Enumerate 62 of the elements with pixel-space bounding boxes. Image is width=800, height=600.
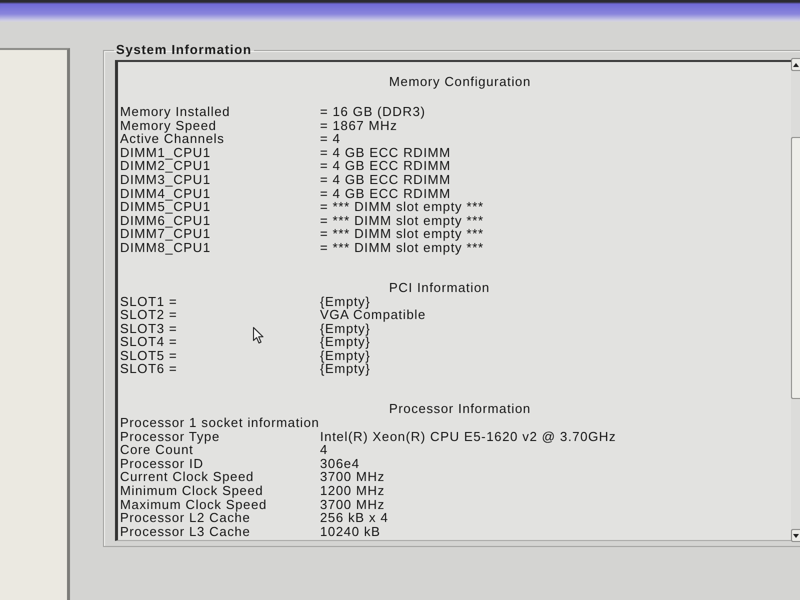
field-label: Maximum Clock Speed [120,496,267,512]
field-label: Processor Type [120,428,220,444]
field-value: = *** DIMM slot empty *** [320,227,484,241]
field-value: = 4 GB ECC RDIMM [320,186,451,200]
field-value: = 4 GB ECC RDIMM [320,146,451,160]
section-heading: Memory Configuration [389,75,532,89]
field-label: Current Clock Speed [120,469,254,484]
field-value: = 16 GB (DDR3) [320,104,426,119]
field-value: 4 [320,443,328,457]
scroll-down-button[interactable] [791,529,800,542]
field-label: SLOT2 = [120,307,178,322]
field-value: 3700 MHz [320,498,385,512]
field-value: 1200 MHz [320,484,385,498]
field-label: SLOT3 = [120,320,178,336]
field-value: 10240 kB [320,524,381,538]
down-arrow-icon [793,534,799,538]
field-value: = 4 [320,132,341,146]
field-value: {Empty} [320,362,370,376]
field-label: DIMM5_CPU1 [120,199,211,214]
cursor-icon [253,327,264,344]
field-label: Active Channels [120,131,224,146]
field-value: {Empty} [320,348,370,362]
section-heading: PCI Information [389,280,491,294]
field-label: SLOT4 = [120,334,178,350]
subsection-heading: Processor 1 socket information [120,416,320,430]
field-label: DIMM7_CPU1 [120,226,211,242]
field-value: 3700 MHz [320,470,385,484]
group-title: System Information [115,42,253,58]
field-value: = 4 GB ECC RDIMM [320,172,451,187]
field-value: = 4 GB ECC RDIMM [320,159,451,173]
field-label: DIMM3_CPU1 [120,172,211,187]
field-label: Memory Speed [120,118,217,133]
field-label: Processor L3 Cache [120,524,250,539]
field-value: Intel(R) Xeon(R) CPU E5-1620 v2 @ 3.70GHz [320,430,616,444]
field-label: DIMM2_CPU1 [120,158,211,174]
field-label: Core Count [120,442,194,458]
field-label: Memory Installed [120,104,230,119]
field-value: {Empty} [320,335,370,349]
field-label: DIMM8_CPU1 [120,240,211,255]
field-value: {Empty} [320,294,370,308]
scroll-up-button[interactable] [791,58,800,71]
field-value: = 1867 MHz [320,118,398,132]
field-label: SLOT1 = [120,294,178,308]
field-value: VGA Compatible [320,308,426,322]
field-value: 306e4 [320,456,360,470]
field-label: DIMM4_CPU1 [120,186,211,201]
field-value: {Empty} [320,322,370,336]
field-value: = *** DIMM slot empty *** [320,200,484,214]
field-label: SLOT5 = [120,348,178,363]
field-label: SLOT6 = [120,361,178,376]
field-label: Processor ID [120,456,204,471]
scrollbar[interactable] [791,58,800,542]
up-arrow-icon [793,62,799,66]
field-label: DIMM1_CPU1 [120,144,211,160]
field-value: 256 kB x 4 [320,511,388,525]
field-label: Minimum Clock Speed [120,483,264,498]
scrollbar-thumb[interactable] [791,137,800,399]
field-value: = *** DIMM slot empty *** [320,214,484,228]
field-label: DIMM6_CPU1 [120,212,211,228]
section-heading: Processor Information [389,402,532,416]
field-label: Processor L2 Cache [120,510,250,526]
field-value: = *** DIMM slot empty *** [320,240,484,255]
